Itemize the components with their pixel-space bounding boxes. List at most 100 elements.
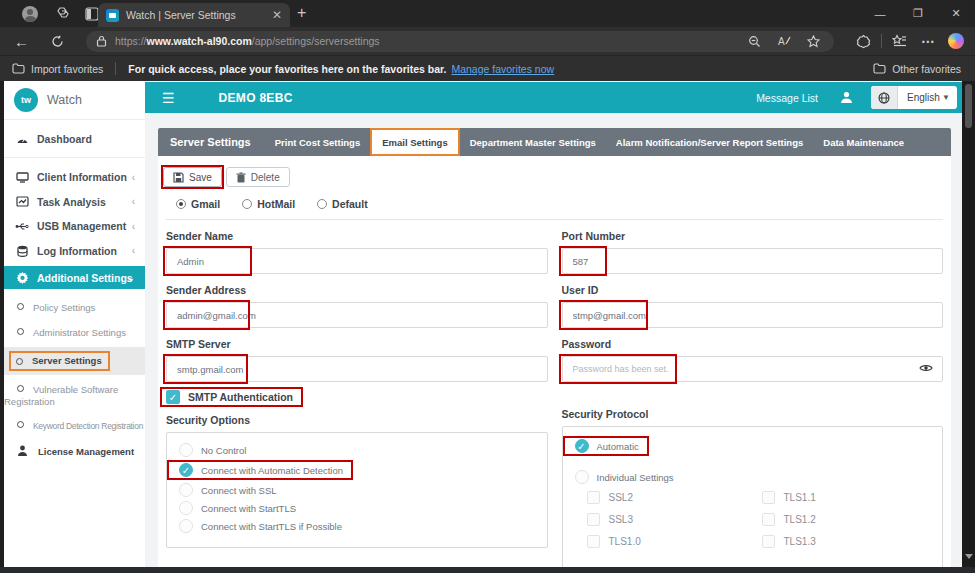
page-scrollbar[interactable] bbox=[962, 81, 975, 567]
sidebar-item-license-management[interactable]: License Management bbox=[4, 445, 145, 457]
restore-button[interactable]: ❐ bbox=[899, 7, 937, 20]
lock-icon[interactable] bbox=[96, 35, 107, 47]
radio-default[interactable]: Default bbox=[317, 198, 368, 210]
app-logo[interactable]: Watch bbox=[4, 81, 145, 120]
usb-icon bbox=[15, 222, 29, 231]
address-bar[interactable]: https://www.watch-al90.com/app/settings/… bbox=[86, 31, 834, 52]
tab-alarm-notification-settings[interactable]: Alarm Notification/Server Report Setting… bbox=[606, 137, 813, 148]
sidebar-item-dashboard[interactable]: Dashboard bbox=[4, 120, 145, 158]
tab-print-cost-settings[interactable]: Print Cost Settings bbox=[265, 137, 371, 148]
tab-email-settings[interactable]: Email Settings bbox=[370, 128, 459, 156]
bullet-icon bbox=[17, 303, 24, 310]
main-area: ☰ DEMO 8EBC Message List English ▼ bbox=[145, 81, 962, 567]
browser-tab[interactable]: Watch | Server Settings ✕ bbox=[98, 3, 290, 27]
browser-titlebar: Watch | Server Settings ✕ + — ❐ ✕ bbox=[0, 0, 975, 27]
radio-connect-starttls-if-possible[interactable]: Connect with StartTLS if Possible bbox=[179, 518, 535, 534]
save-highlight: Save bbox=[161, 165, 224, 189]
sidebar-item-log-information[interactable]: Log Information ‹ bbox=[4, 239, 145, 264]
sidebar-item-vulnerable-software-registration[interactable]: Vulnerable Software Registration bbox=[4, 384, 145, 408]
sidebar-item-usb-management[interactable]: USB Management ‹ bbox=[4, 214, 145, 239]
app-header: ☰ DEMO 8EBC Message List English ▼ bbox=[145, 82, 962, 113]
user-id-input[interactable] bbox=[562, 302, 944, 328]
save-button[interactable]: Save bbox=[163, 167, 222, 187]
tab-data-maintenance[interactable]: Data Maintenance bbox=[813, 137, 914, 148]
tab-department-master-settings[interactable]: Department Master Settings bbox=[460, 137, 606, 148]
language-selector[interactable]: English ▼ bbox=[871, 86, 957, 109]
radio-automatic[interactable]: ✓ Automatic bbox=[575, 436, 931, 456]
bullet-icon bbox=[17, 328, 24, 335]
sidebar-item-server-settings[interactable]: Server Settings bbox=[4, 347, 145, 375]
security-protocol-label: Security Protocol bbox=[562, 408, 944, 420]
favorite-star-icon[interactable] bbox=[807, 35, 820, 48]
radio-icon bbox=[242, 199, 252, 209]
language-value: English bbox=[907, 92, 942, 103]
sidebar-item-additional-settings[interactable]: Additional Settings ⌄ bbox=[4, 266, 145, 289]
checkbox-tls13[interactable]: TLS1.3 bbox=[762, 535, 931, 548]
tab-close-icon[interactable]: ✕ bbox=[272, 8, 282, 22]
checkbox-tls10[interactable]: TLS1.0 bbox=[587, 535, 762, 548]
scrollbar-thumb[interactable] bbox=[965, 84, 972, 128]
sender-name-input[interactable] bbox=[166, 248, 548, 274]
read-aloud-icon[interactable]: A bbox=[777, 35, 791, 47]
tab-actions-icon[interactable] bbox=[85, 7, 99, 21]
radio-connect-starttls[interactable]: Connect with StartTLS bbox=[179, 500, 535, 516]
sidebar-item-administrator-settings[interactable]: Administrator Settings bbox=[4, 327, 145, 339]
sidebar-item-policy-settings[interactable]: Policy Settings bbox=[4, 302, 145, 314]
client-information-icon bbox=[15, 172, 29, 183]
trash-icon bbox=[236, 172, 246, 183]
radio-connect-automatic-detection[interactable]: ✓ Connect with Automatic Detection bbox=[179, 460, 535, 480]
email-settings-form: Save Delete Gmail bbox=[158, 156, 951, 567]
sidebar-item-task-analysis[interactable]: Task Analysis ‹ bbox=[4, 190, 145, 215]
radio-individual-settings[interactable]: Individual Settings bbox=[575, 469, 931, 485]
tab-server-settings[interactable]: Server Settings bbox=[158, 136, 265, 148]
import-favorites-button[interactable]: Import favorites bbox=[12, 63, 103, 75]
other-favorites-button[interactable]: Other favorites bbox=[873, 63, 961, 75]
sidebar-item-keyword-detection-registration[interactable]: Keyword Detection Registration bbox=[4, 420, 145, 432]
new-tab-button[interactable]: + bbox=[297, 4, 306, 22]
copilot-icon[interactable] bbox=[948, 33, 964, 49]
radio-hotmail[interactable]: HotMail bbox=[242, 198, 295, 210]
message-list-link[interactable]: Message List bbox=[756, 92, 818, 104]
close-button[interactable]: ✕ bbox=[937, 7, 975, 20]
chevron-left-icon: ‹ bbox=[132, 172, 135, 183]
delete-button[interactable]: Delete bbox=[226, 167, 290, 187]
show-password-icon[interactable] bbox=[919, 362, 933, 374]
security-options-label: Security Options bbox=[166, 414, 548, 426]
radio-connect-ssl[interactable]: Connect with SSL bbox=[179, 482, 535, 498]
minimize-button[interactable]: — bbox=[861, 8, 899, 20]
smtp-auth-checkbox[interactable]: ✓ bbox=[166, 390, 180, 404]
scrollbar-down-arrow[interactable] bbox=[965, 554, 973, 559]
radio-icon bbox=[317, 199, 327, 209]
manage-favorites-link[interactable]: Manage favorites now bbox=[451, 63, 554, 75]
user-account-icon[interactable] bbox=[840, 91, 853, 104]
radio-selected-icon: ✓ bbox=[179, 463, 193, 477]
password-input[interactable] bbox=[562, 356, 944, 382]
radio-gmail[interactable]: Gmail bbox=[176, 198, 220, 210]
checkbox-tls12[interactable]: TLS1.2 bbox=[762, 513, 931, 526]
checkbox-ssl2[interactable]: SSL2 bbox=[587, 491, 762, 504]
port-number-input[interactable] bbox=[562, 248, 944, 274]
favorites-bar-icon[interactable] bbox=[892, 34, 907, 48]
workspaces-icon[interactable] bbox=[55, 6, 70, 21]
zoom-out-icon[interactable] bbox=[748, 35, 761, 48]
reload-icon[interactable] bbox=[51, 35, 64, 48]
profile-avatar-icon[interactable] bbox=[22, 6, 38, 22]
smtp-server-input[interactable] bbox=[166, 356, 548, 382]
checkbox-tls11[interactable]: TLS1.1 bbox=[762, 491, 931, 504]
hamburger-menu-icon[interactable]: ☰ bbox=[162, 90, 175, 106]
checkbox-ssl3[interactable]: SSL3 bbox=[587, 513, 762, 526]
browser-essentials-icon[interactable] bbox=[856, 34, 871, 49]
task-analysis-icon bbox=[15, 196, 29, 207]
globe-icon bbox=[871, 86, 898, 109]
settings-more-icon[interactable]: ⋯ bbox=[921, 33, 936, 49]
sender-address-input[interactable] bbox=[166, 302, 548, 328]
radio-no-control[interactable]: No Control bbox=[179, 442, 535, 458]
tab-title: Watch | Server Settings bbox=[126, 9, 268, 21]
auto-detection-highlight: ✓ Connect with Automatic Detection bbox=[167, 460, 353, 480]
smtp-auth-label: SMTP Authentication bbox=[188, 391, 293, 403]
url-text[interactable]: https://www.watch-al90.com/app/settings/… bbox=[115, 35, 748, 47]
sidebar-item-client-information[interactable]: Client Information ‹ bbox=[4, 165, 145, 190]
smtp-server-label: SMTP Server bbox=[166, 338, 548, 350]
checkbox-icon bbox=[587, 513, 600, 526]
back-icon[interactable]: ← bbox=[14, 33, 29, 50]
